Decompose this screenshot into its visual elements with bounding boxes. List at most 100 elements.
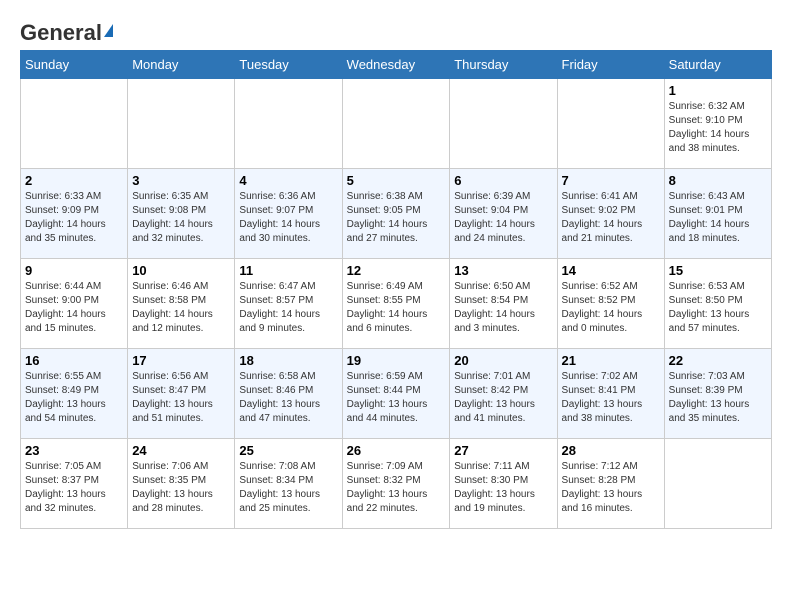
calendar-cell: 4 Sunrise: 6:36 AM Sunset: 9:07 PM Daylig… bbox=[235, 169, 342, 259]
day-info: Sunrise: 6:58 AM Sunset: 8:46 PM Dayligh… bbox=[239, 370, 337, 426]
day-number: 24 bbox=[132, 443, 230, 458]
calendar-cell bbox=[128, 79, 235, 169]
day-number: 5 bbox=[347, 173, 446, 188]
calendar-cell: 17 Sunrise: 6:56 AM Sunset: 8:47 PM Dayli… bbox=[128, 349, 235, 439]
day-number: 25 bbox=[239, 443, 337, 458]
day-info: Sunrise: 6:36 AM Sunset: 9:07 PM Dayligh… bbox=[239, 190, 337, 246]
day-number: 15 bbox=[669, 263, 767, 278]
day-number: 9 bbox=[25, 263, 123, 278]
day-info: Sunrise: 6:52 AM Sunset: 8:52 PM Dayligh… bbox=[562, 280, 660, 336]
day-info: Sunrise: 6:33 AM Sunset: 9:09 PM Dayligh… bbox=[25, 190, 123, 246]
day-info: Sunrise: 6:44 AM Sunset: 9:00 PM Dayligh… bbox=[25, 280, 123, 336]
calendar-header-wednesday: Wednesday bbox=[342, 51, 450, 79]
calendar-week-row: 23 Sunrise: 7:05 AM Sunset: 8:37 PM Dayli… bbox=[21, 439, 772, 529]
logo: General bbox=[20, 20, 115, 40]
calendar-week-row: 2 Sunrise: 6:33 AM Sunset: 9:09 PM Daylig… bbox=[21, 169, 772, 259]
day-number: 13 bbox=[454, 263, 552, 278]
calendar-cell bbox=[235, 79, 342, 169]
calendar-week-row: 16 Sunrise: 6:55 AM Sunset: 8:49 PM Dayli… bbox=[21, 349, 772, 439]
day-number: 22 bbox=[669, 353, 767, 368]
day-info: Sunrise: 6:32 AM Sunset: 9:10 PM Dayligh… bbox=[669, 100, 767, 156]
day-info: Sunrise: 7:02 AM Sunset: 8:41 PM Dayligh… bbox=[562, 370, 660, 426]
day-info: Sunrise: 6:35 AM Sunset: 9:08 PM Dayligh… bbox=[132, 190, 230, 246]
calendar-cell: 24 Sunrise: 7:06 AM Sunset: 8:35 PM Dayli… bbox=[128, 439, 235, 529]
day-info: Sunrise: 7:08 AM Sunset: 8:34 PM Dayligh… bbox=[239, 460, 337, 516]
day-number: 4 bbox=[239, 173, 337, 188]
day-info: Sunrise: 6:43 AM Sunset: 9:01 PM Dayligh… bbox=[669, 190, 767, 246]
day-number: 21 bbox=[562, 353, 660, 368]
calendar-cell: 26 Sunrise: 7:09 AM Sunset: 8:32 PM Dayli… bbox=[342, 439, 450, 529]
day-number: 11 bbox=[239, 263, 337, 278]
calendar-cell: 18Sunrise: 6:58 AM Sunset: 8:46 PM Dayli… bbox=[235, 349, 342, 439]
calendar-cell bbox=[21, 79, 128, 169]
day-info: Sunrise: 7:12 AM Sunset: 8:28 PM Dayligh… bbox=[562, 460, 660, 516]
calendar-cell: 21 Sunrise: 7:02 AM Sunset: 8:41 PM Dayli… bbox=[557, 349, 664, 439]
day-info: Sunrise: 6:50 AM Sunset: 8:54 PM Dayligh… bbox=[454, 280, 552, 336]
day-number: 12 bbox=[347, 263, 446, 278]
day-info: Sunrise: 6:47 AM Sunset: 8:57 PM Dayligh… bbox=[239, 280, 337, 336]
day-number: 2 bbox=[25, 173, 123, 188]
calendar-cell: 15 Sunrise: 6:53 AM Sunset: 8:50 PM Dayli… bbox=[664, 259, 771, 349]
day-number: 6 bbox=[454, 173, 552, 188]
calendar-header-row: SundayMondayTuesdayWednesdayThursdayFrid… bbox=[21, 51, 772, 79]
day-number: 7 bbox=[562, 173, 660, 188]
calendar-header-sunday: Sunday bbox=[21, 51, 128, 79]
day-info: Sunrise: 7:01 AM Sunset: 8:42 PM Dayligh… bbox=[454, 370, 552, 426]
calendar-cell: 11 Sunrise: 6:47 AM Sunset: 8:57 PM Dayli… bbox=[235, 259, 342, 349]
calendar-cell bbox=[450, 79, 557, 169]
calendar-cell: 14 Sunrise: 6:52 AM Sunset: 8:52 PM Dayli… bbox=[557, 259, 664, 349]
day-number: 19 bbox=[347, 353, 446, 368]
calendar-header-friday: Friday bbox=[557, 51, 664, 79]
day-number: 17 bbox=[132, 353, 230, 368]
calendar-cell: 7 Sunrise: 6:41 AM Sunset: 9:02 PM Daylig… bbox=[557, 169, 664, 259]
calendar-cell: 12 Sunrise: 6:49 AM Sunset: 8:55 PM Dayli… bbox=[342, 259, 450, 349]
day-number: 14 bbox=[562, 263, 660, 278]
day-info: Sunrise: 6:53 AM Sunset: 8:50 PM Dayligh… bbox=[669, 280, 767, 336]
calendar-cell: 22 Sunrise: 7:03 AM Sunset: 8:39 PM Dayli… bbox=[664, 349, 771, 439]
day-number: 16 bbox=[25, 353, 123, 368]
day-number: 3 bbox=[132, 173, 230, 188]
calendar-cell: 1 Sunrise: 6:32 AM Sunset: 9:10 PM Daylig… bbox=[664, 79, 771, 169]
calendar-cell: 5Sunrise: 6:38 AM Sunset: 9:05 PM Daylig… bbox=[342, 169, 450, 259]
day-info: Sunrise: 6:55 AM Sunset: 8:49 PM Dayligh… bbox=[25, 370, 123, 426]
day-info: Sunrise: 6:56 AM Sunset: 8:47 PM Dayligh… bbox=[132, 370, 230, 426]
day-info: Sunrise: 7:11 AM Sunset: 8:30 PM Dayligh… bbox=[454, 460, 552, 516]
day-info: Sunrise: 6:49 AM Sunset: 8:55 PM Dayligh… bbox=[347, 280, 446, 336]
page-header: General bbox=[20, 20, 772, 40]
calendar-header-thursday: Thursday bbox=[450, 51, 557, 79]
logo-arrow-icon bbox=[104, 24, 113, 37]
calendar-cell: 16 Sunrise: 6:55 AM Sunset: 8:49 PM Dayli… bbox=[21, 349, 128, 439]
calendar-cell: 27 Sunrise: 7:11 AM Sunset: 8:30 PM Dayli… bbox=[450, 439, 557, 529]
day-number: 26 bbox=[347, 443, 446, 458]
calendar-header-monday: Monday bbox=[128, 51, 235, 79]
day-info: Sunrise: 6:59 AM Sunset: 8:44 PM Dayligh… bbox=[347, 370, 446, 426]
day-info: Sunrise: 7:06 AM Sunset: 8:35 PM Dayligh… bbox=[132, 460, 230, 516]
calendar-cell bbox=[557, 79, 664, 169]
day-info: Sunrise: 6:41 AM Sunset: 9:02 PM Dayligh… bbox=[562, 190, 660, 246]
day-number: 10 bbox=[132, 263, 230, 278]
calendar-cell: 8 Sunrise: 6:43 AM Sunset: 9:01 PM Daylig… bbox=[664, 169, 771, 259]
calendar-cell: 28 Sunrise: 7:12 AM Sunset: 8:28 PM Dayli… bbox=[557, 439, 664, 529]
calendar-cell bbox=[664, 439, 771, 529]
day-number: 28 bbox=[562, 443, 660, 458]
calendar-cell: 23 Sunrise: 7:05 AM Sunset: 8:37 PM Dayli… bbox=[21, 439, 128, 529]
day-number: 23 bbox=[25, 443, 123, 458]
calendar-cell: 13 Sunrise: 6:50 AM Sunset: 8:54 PM Dayli… bbox=[450, 259, 557, 349]
calendar-cell: 10Sunrise: 6:46 AM Sunset: 8:58 PM Dayli… bbox=[128, 259, 235, 349]
day-info: Sunrise: 7:03 AM Sunset: 8:39 PM Dayligh… bbox=[669, 370, 767, 426]
day-info: Sunrise: 7:09 AM Sunset: 8:32 PM Dayligh… bbox=[347, 460, 446, 516]
day-number: 8 bbox=[669, 173, 767, 188]
calendar-header-saturday: Saturday bbox=[664, 51, 771, 79]
calendar-cell: 19 Sunrise: 6:59 AM Sunset: 8:44 PM Dayli… bbox=[342, 349, 450, 439]
calendar-cell: 25 Sunrise: 7:08 AM Sunset: 8:34 PM Dayli… bbox=[235, 439, 342, 529]
calendar-week-row: 9 Sunrise: 6:44 AM Sunset: 9:00 PM Daylig… bbox=[21, 259, 772, 349]
calendar-week-row: 1 Sunrise: 6:32 AM Sunset: 9:10 PM Daylig… bbox=[21, 79, 772, 169]
calendar-table: SundayMondayTuesdayWednesdayThursdayFrid… bbox=[20, 50, 772, 529]
day-number: 27 bbox=[454, 443, 552, 458]
calendar-cell: 2 Sunrise: 6:33 AM Sunset: 9:09 PM Daylig… bbox=[21, 169, 128, 259]
calendar-header-tuesday: Tuesday bbox=[235, 51, 342, 79]
day-number: 1 bbox=[669, 83, 767, 98]
calendar-cell: 9 Sunrise: 6:44 AM Sunset: 9:00 PM Daylig… bbox=[21, 259, 128, 349]
calendar-cell: 20Sunrise: 7:01 AM Sunset: 8:42 PM Dayli… bbox=[450, 349, 557, 439]
day-info: Sunrise: 7:05 AM Sunset: 8:37 PM Dayligh… bbox=[25, 460, 123, 516]
